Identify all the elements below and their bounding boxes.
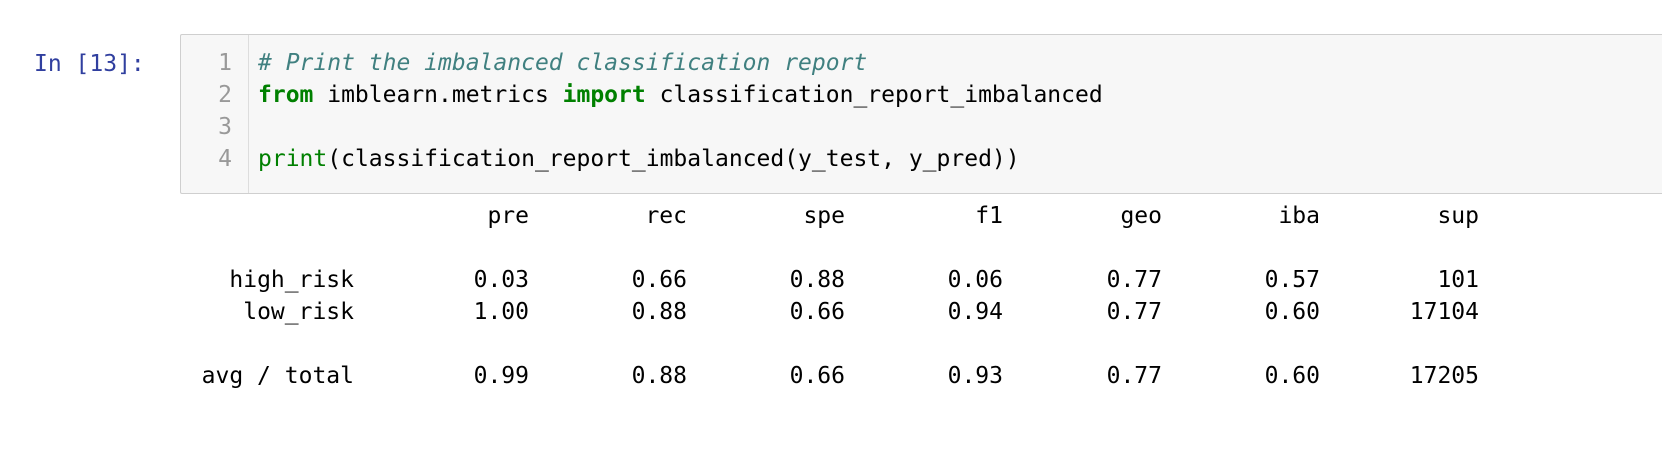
report-total-cell: 0.93: [947, 363, 1003, 389]
report-row-label: high_risk: [229, 267, 354, 293]
report-cell: 0.66: [789, 299, 845, 325]
report-cell: 101: [1437, 267, 1479, 293]
report-cell: 0.94: [947, 299, 1003, 325]
report-cell: 0.77: [1106, 299, 1162, 325]
report-total-cell: 0.60: [1264, 363, 1320, 389]
report-cell: 0.57: [1264, 267, 1320, 293]
report-total-cell: 0.66: [789, 363, 845, 389]
report-cell: 0.88: [789, 267, 845, 293]
report-row-label: low_risk: [243, 299, 354, 325]
report-cell: 0.88: [631, 299, 687, 325]
report-total-cell: 0.77: [1106, 363, 1162, 389]
report-column-header: f1: [975, 203, 1003, 229]
report-column-header: sup: [1437, 203, 1479, 229]
notebook-code-cell: In [13]: 1234 # Print the imbalanced cla…: [0, 0, 1662, 464]
report-cell: 1.00: [473, 299, 529, 325]
report-column-header: rec: [645, 203, 687, 229]
report-cell: 0.06: [947, 267, 1003, 293]
report-total-cell: 0.99: [473, 363, 529, 389]
report-cell: 17104: [1409, 299, 1479, 325]
report-total-cell: 0.88: [631, 363, 687, 389]
report-total-label: avg / total: [201, 363, 354, 389]
report-column-header: iba: [1278, 203, 1320, 229]
report-cell: 0.77: [1106, 267, 1162, 293]
report-column-header: spe: [803, 203, 845, 229]
report-column-header: geo: [1120, 203, 1162, 229]
report-column-header: pre: [487, 203, 529, 229]
cell-output: pre rec spe f1 geo iba sup high_risk 0.03 0.66 0.8…: [0, 0, 1662, 464]
report-cell: 0.60: [1264, 299, 1320, 325]
report-cell: 0.03: [473, 267, 529, 293]
report-total-cell: 17205: [1409, 363, 1479, 389]
report-cell: 0.66: [631, 267, 687, 293]
